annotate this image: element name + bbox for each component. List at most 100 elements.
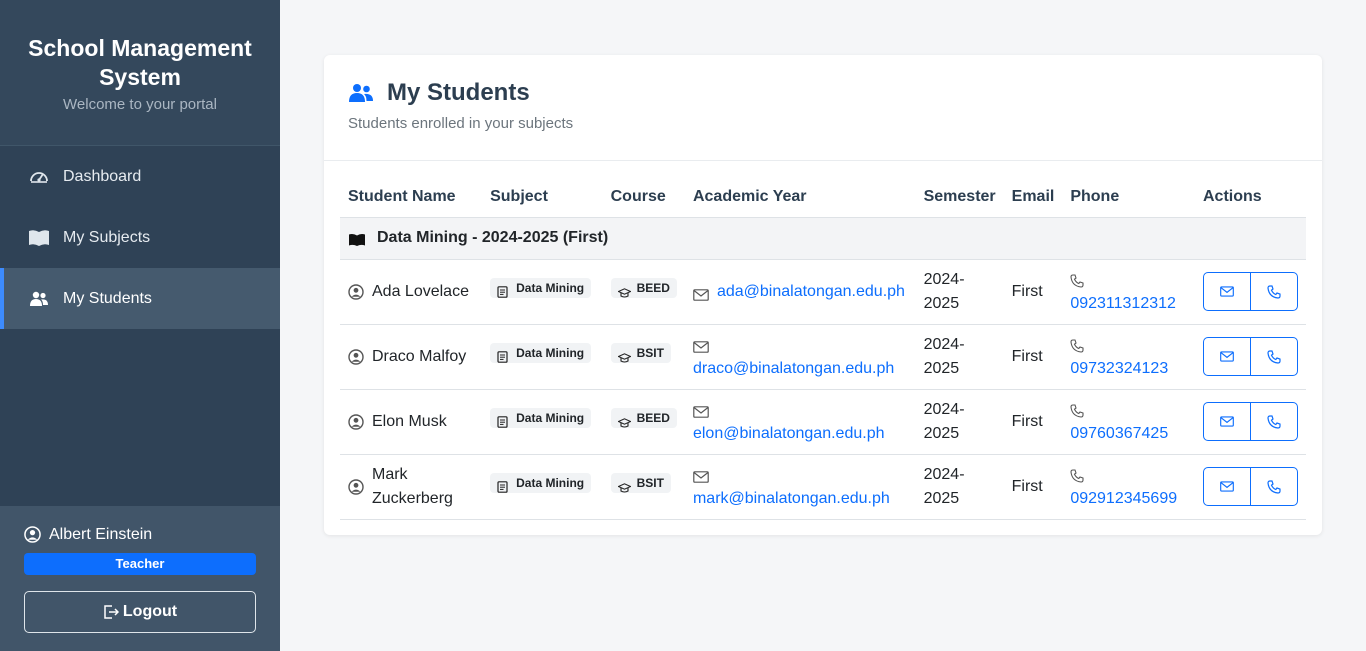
subject-badge: Data Mining (490, 342, 592, 363)
phone-icon (1070, 337, 1086, 353)
email-cell: mark@binalatongan.edu.ph (693, 463, 908, 511)
col-semester: Semester (915, 177, 1004, 218)
speedometer-icon (28, 166, 50, 188)
email-button[interactable] (1203, 337, 1251, 376)
course-badge: BEED (610, 277, 677, 298)
document-icon (497, 477, 509, 493)
col-phone: Phone (1062, 177, 1195, 218)
logout-icon (103, 604, 119, 620)
email-button[interactable] (1203, 272, 1251, 311)
phone-icon (1267, 479, 1281, 494)
email-link[interactable]: ada@binalatongan.edu.ph (717, 280, 905, 304)
sidebar-item-my-subjects[interactable]: My Subjects (0, 207, 280, 268)
subject-badge: Data Mining (490, 472, 592, 493)
user-name: Albert Einstein (49, 526, 153, 543)
brand: School Management System Welcome to your… (0, 0, 280, 146)
phone-cell: 092311312312 (1070, 268, 1187, 316)
col-email: Email (1003, 177, 1063, 218)
phone-cell: 092912345699 (1070, 463, 1187, 511)
envelope-icon (693, 337, 709, 354)
logout-button[interactable]: Logout (24, 591, 256, 633)
student-name: Mark Zuckerberg (348, 463, 474, 511)
book-icon (348, 231, 366, 246)
sidebar-item-label: My Students (63, 289, 152, 307)
phone-link[interactable]: 09760367425 (1070, 425, 1168, 442)
call-button[interactable] (1250, 467, 1298, 506)
call-button[interactable] (1250, 402, 1298, 441)
user-circle-icon (24, 526, 42, 544)
page-title: My Students (348, 79, 1322, 107)
action-buttons (1203, 272, 1298, 311)
call-button[interactable] (1250, 272, 1298, 311)
sidebar-item-label: Dashboard (63, 167, 142, 185)
semester: First (1003, 454, 1063, 520)
students-card: My Students Students enrolled in your su… (324, 55, 1322, 535)
phone-link[interactable]: 09732324123 (1070, 360, 1168, 377)
user-panel: Albert Einstein Teacher Logout (0, 506, 280, 651)
call-button[interactable] (1250, 337, 1298, 376)
email-cell: draco@binalatongan.edu.ph (693, 333, 908, 381)
document-icon (497, 347, 509, 363)
mortarboard-icon (616, 282, 632, 298)
table-row: Mark Zuckerberg Data Mining BSIT mark@bi… (340, 454, 1306, 520)
student-name: Elon Musk (348, 410, 474, 434)
envelope-icon (1220, 481, 1234, 492)
table-row: Ada Lovelace Data Mining BEED ada@binala… (340, 259, 1306, 325)
students-table: Student Name Subject Course Academic Yea… (340, 177, 1306, 520)
student-name: Draco Malfoy (348, 345, 474, 369)
col-course: Course (602, 177, 685, 218)
envelope-icon (1220, 351, 1234, 362)
sidebar-item-label: My Subjects (63, 228, 151, 246)
col-academic-year: Academic Year (684, 177, 916, 218)
sidebar-item-my-students[interactable]: My Students (0, 268, 280, 329)
subject-badge: Data Mining (490, 407, 592, 428)
people-icon (348, 82, 374, 104)
course-badge: BSIT (610, 342, 671, 363)
table-header-row: Student Name Subject Course Academic Yea… (340, 177, 1306, 218)
academic-year: 2024-2025 (915, 259, 1004, 325)
envelope-icon (1220, 286, 1234, 297)
email-button[interactable] (1203, 402, 1251, 441)
semester: First (1003, 259, 1063, 325)
semester: First (1003, 324, 1063, 390)
email-link[interactable]: draco@binalatongan.edu.ph (693, 360, 894, 377)
group-label: Data Mining - 2024-2025 (First) (377, 229, 609, 246)
page-title-text: My Students (387, 79, 530, 106)
group-header: Data Mining - 2024-2025 (First) (348, 226, 1298, 250)
email-cell: ada@binalatongan.edu.ph (693, 280, 908, 304)
phone-cell: 09732324123 (1070, 333, 1187, 381)
phone-icon (1267, 349, 1281, 364)
action-buttons (1203, 402, 1298, 441)
email-link[interactable]: mark@binalatongan.edu.ph (693, 490, 890, 507)
user-circle-icon (348, 348, 364, 365)
group-row: Data Mining - 2024-2025 (First) (340, 217, 1306, 260)
course-badge: BEED (610, 407, 677, 428)
phone-icon (1267, 414, 1281, 429)
phone-link[interactable]: 092912345699 (1070, 490, 1177, 507)
phone-link[interactable]: 092311312312 (1070, 295, 1176, 312)
sidebar-item-dashboard[interactable]: Dashboard (0, 146, 280, 207)
table-row: Draco Malfoy Data Mining BSIT draco@bina… (340, 324, 1306, 390)
academic-year: 2024-2025 (915, 454, 1004, 520)
subject-badge: Data Mining (490, 277, 592, 298)
phone-icon (1070, 402, 1086, 418)
user-info: Albert Einstein (24, 526, 256, 544)
user-circle-icon (348, 413, 364, 430)
email-link[interactable]: elon@binalatongan.edu.ph (693, 425, 885, 442)
semester: First (1003, 389, 1063, 455)
student-name: Ada Lovelace (348, 280, 474, 304)
envelope-icon (1220, 416, 1234, 427)
col-student-name: Student Name (340, 177, 483, 218)
col-subject: Subject (482, 177, 603, 218)
action-buttons (1203, 467, 1298, 506)
document-icon (497, 412, 509, 428)
envelope-icon (693, 467, 709, 484)
page-subtitle: Students enrolled in your subjects (348, 115, 574, 132)
phone-icon (1267, 284, 1281, 299)
academic-year: 2024-2025 (915, 324, 1004, 390)
app-subtitle: Welcome to your portal (63, 96, 217, 113)
email-button[interactable] (1203, 467, 1251, 506)
phone-cell: 09760367425 (1070, 398, 1187, 446)
phone-icon (1070, 467, 1086, 483)
action-buttons (1203, 337, 1298, 376)
